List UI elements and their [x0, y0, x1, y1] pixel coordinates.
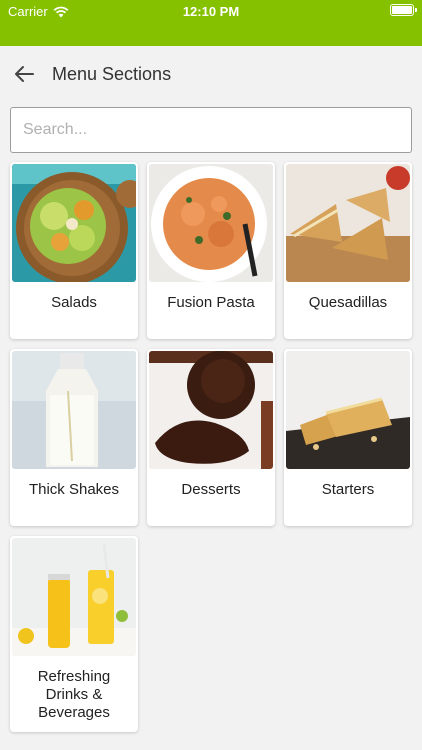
menu-card-starters[interactable]: Starters — [284, 349, 412, 526]
nav-bar: Menu Sections — [0, 46, 422, 102]
menu-card-label: Desserts — [181, 481, 241, 498]
clock: 12:10 PM — [182, 4, 240, 19]
menu-card-thick-shakes[interactable]: Thick Shakes — [10, 349, 138, 526]
menu-card-label: Fusion Pasta — [167, 294, 255, 311]
menu-card-fusion-pasta[interactable]: Fusion Pasta — [147, 162, 275, 339]
status-bar: Carrier 12:10 PM — [0, 0, 422, 46]
pasta-photo — [149, 164, 273, 282]
search-input[interactable] — [10, 107, 412, 153]
quesadilla-photo — [286, 164, 410, 282]
menu-card-refreshing-drinks[interactable]: Refreshing Drinks & Beverages — [10, 536, 138, 732]
menu-card-salads[interactable]: Salads — [10, 162, 138, 339]
shake-photo — [12, 351, 136, 469]
page-title: Menu Sections — [52, 63, 172, 84]
menu-card-label: Refreshing Drinks & Beverages — [37, 668, 111, 721]
starter-photo — [286, 351, 410, 469]
battery-icon — [390, 4, 417, 16]
menu-card-label: Quesadillas — [308, 294, 388, 311]
salad-photo — [12, 164, 136, 282]
menu-card-label: Starters — [321, 481, 375, 498]
dessert-photo — [149, 351, 273, 469]
menu-card-label: Thick Shakes — [28, 481, 120, 498]
menu-card-label: Salads — [51, 294, 97, 311]
menu-card-desserts[interactable]: Desserts — [147, 349, 275, 526]
back-arrow-icon — [15, 66, 34, 82]
menu-grid: Salads Fusion Pasta Quesadillas Thick Sh… — [10, 162, 412, 732]
menu-card-quesadillas[interactable]: Quesadillas — [284, 162, 412, 339]
back-button[interactable] — [0, 46, 48, 102]
drinks-photo — [12, 538, 136, 656]
